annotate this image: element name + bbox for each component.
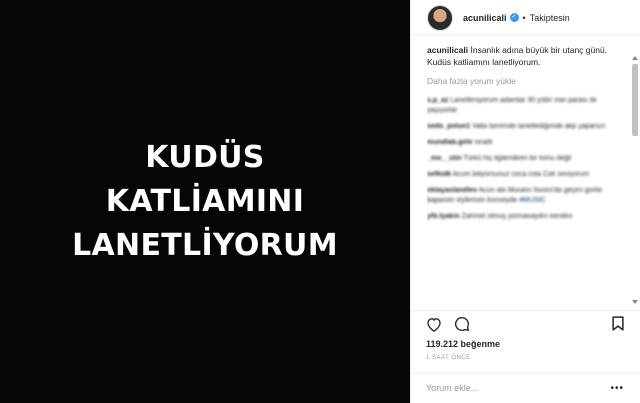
comment-input[interactable] [426,383,606,393]
post-headline: KUDÜS KATLİAMINI LANETLİYORUM [72,136,338,268]
likes-count[interactable]: 119.212 beğenme [426,339,624,349]
action-icon-row [426,311,624,337]
post-actions: 119.212 beğenme 1 SAAT ÖNCE [410,310,640,361]
comment-item: sedo_polun1 Valla benimde lanetlediğimde… [427,122,627,132]
verified-badge-icon: ✓ [509,13,519,22]
post-timestamp: 1 SAAT ÖNCE [426,355,471,361]
comment-item: sefkidk Acum biliyorsunuz coca cola Cok … [427,170,627,180]
comment-username[interactable]: mundlab.gelir [427,139,473,146]
caption: acunilicali İnsanlık adına büyük bir uta… [427,44,627,68]
comment-text: Türkü hiç ilgilendiren bir konu değil [463,155,572,162]
comment-text: Valla benimde lanetlediğimde akp yaparsı… [472,123,606,130]
comment-text: Lanetleniyorum adamlar 30 yıldır ıran pa… [427,97,597,114]
comment-username[interactable]: oktayaslandlev [427,187,477,194]
scroll-down-arrow-icon[interactable] [632,300,638,304]
comment-item: _mo__stin Türkü hiç ilgilendiren bir kon… [427,154,627,164]
comments-scrollbar[interactable] [632,56,638,304]
like-heart-icon[interactable] [426,317,442,332]
avatar[interactable] [427,4,453,31]
separator-dot: • [522,12,526,23]
comment-username[interactable]: yfb.tyakin [427,213,460,220]
comment-item: yfb.tyakin Zahmet olmuş yormasaydın kend… [427,212,627,222]
headline-line: KATLİAMINI [105,183,305,219]
comment-username[interactable]: s.p_az [427,97,448,104]
comment-text: Zahmet olmuş yormasaydın kendini [461,213,573,220]
comment-username[interactable]: sedo_polun1 [427,123,470,130]
comment-hashtag[interactable]: #MUSIC [519,197,545,204]
username-link[interactable]: acunilicali [463,13,507,23]
comment-bubble-icon[interactable] [454,316,470,332]
post-image[interactable]: KUDÜS KATLİAMINI LANETLİYORUM [0,0,410,403]
scroll-up-arrow-icon[interactable] [632,56,638,60]
following-button[interactable]: Takiptesin [530,13,570,23]
comment-item: mundlab.gelir israilli [427,138,627,148]
comment-username[interactable]: _mo__stin [427,155,462,162]
comment-text: israilli [474,139,493,146]
comment-text: Acum biliyorsunuz coca cola Cok seviyoru… [452,171,590,178]
headline-line: KUDÜS [145,139,265,175]
comments-list[interactable]: acunilicali İnsanlık adına büyük bir uta… [427,44,627,306]
more-options-icon[interactable]: ••• [610,383,624,394]
headline-line: LANETLİYORUM [72,227,338,263]
bookmark-icon[interactable] [612,316,624,331]
caption-username[interactable]: acunilicali [427,45,468,55]
comment-item: oktayaslandlev Acun abi Muratın Itunes'd… [427,186,627,206]
post-header: acunilicali ✓ • Takiptesin [411,0,640,36]
comment-item: s.p_az Lanetleniyorum adamlar 30 yıldır … [427,96,627,116]
comment-username[interactable]: sefkidk [427,171,451,178]
load-more-comments-link[interactable]: Daha fazla yorum yükle [427,76,627,86]
add-comment-bar: ••• [410,372,640,403]
scrollbar-thumb[interactable] [632,64,638,136]
